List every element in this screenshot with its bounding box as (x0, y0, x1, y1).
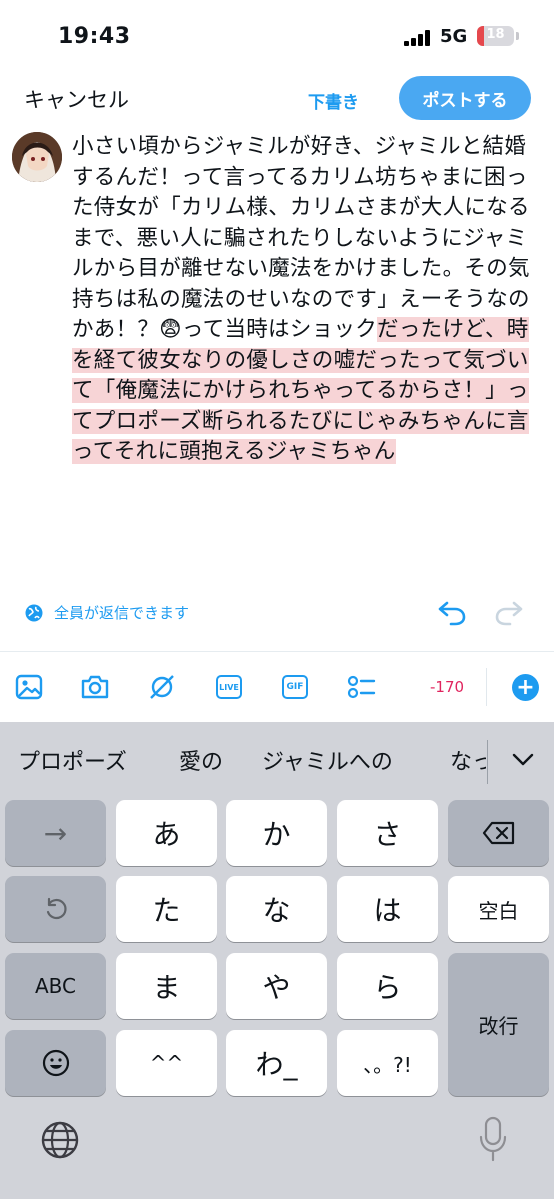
reply-setting-label: 全員が返信できます (54, 604, 190, 622)
undo-key[interactable] (5, 876, 106, 942)
plus-icon: + (516, 675, 535, 700)
emoji-icon (42, 1049, 69, 1077)
chevron-down-icon[interactable] (510, 746, 536, 772)
globe-person-icon (25, 604, 43, 621)
key-ka[interactable]: か (226, 800, 327, 866)
avatar[interactable] (12, 132, 62, 182)
character-count: -170 (430, 678, 465, 696)
status-bar: 19:43 5G 18 (0, 0, 554, 70)
key-ha[interactable]: は (337, 876, 438, 942)
backspace-key[interactable] (448, 800, 549, 866)
gif-icon[interactable]: GIF (280, 672, 310, 702)
key-kaomoji[interactable]: ^^ (116, 1030, 217, 1096)
suggestion-item[interactable]: プロポーズ (18, 744, 127, 776)
network-label: 5G (440, 26, 468, 47)
arrow-key[interactable]: → (5, 800, 106, 866)
key-ya[interactable]: や (226, 953, 327, 1019)
undo-icon[interactable] (435, 596, 469, 630)
abc-key[interactable]: ABC (5, 953, 106, 1019)
signal-icon (404, 30, 434, 46)
microphone-icon[interactable] (478, 1116, 508, 1162)
tweet-text-plain: 小さい頃からジャミルが好き、ジャミルと結婚するんだ！って言ってるカリム坊ちゃまに… (72, 134, 530, 342)
spaces-icon[interactable] (147, 672, 177, 702)
poll-icon[interactable] (346, 672, 376, 702)
gif-label: GIF (282, 675, 308, 699)
emoji-key[interactable] (5, 1030, 106, 1096)
live-icon[interactable]: LIVE (214, 672, 244, 702)
suggestion-item[interactable]: なっ (450, 744, 486, 776)
return-key[interactable]: 改行 (448, 953, 549, 1096)
battery-icon: 18 (477, 26, 514, 46)
undo-circular-icon (46, 897, 67, 920)
add-thread-button[interactable]: + (512, 674, 539, 701)
reply-setting[interactable]: 全員が返信できます (24, 602, 189, 623)
backspace-icon (482, 821, 514, 845)
globe-icon[interactable] (40, 1120, 80, 1160)
status-time: 19:43 (58, 24, 131, 49)
battery-percent: 18 (486, 27, 505, 42)
camera-icon[interactable] (80, 672, 110, 702)
post-button[interactable]: ポストする (399, 76, 531, 120)
redo-icon[interactable] (492, 596, 526, 630)
live-label: LIVE (216, 675, 242, 699)
key-ta[interactable]: た (116, 876, 217, 942)
cancel-button[interactable]: キャンセル (24, 84, 129, 114)
suggestion-item[interactable]: ジャミルへの (262, 744, 393, 776)
image-icon[interactable] (14, 672, 44, 702)
key-ma[interactable]: ま (116, 953, 217, 1019)
space-key[interactable]: 空白 (448, 876, 549, 942)
key-sa[interactable]: さ (337, 800, 438, 866)
key-ra[interactable]: ら (337, 953, 438, 1019)
key-na[interactable]: な (226, 876, 327, 942)
suggestion-item[interactable]: 愛の (179, 744, 223, 776)
key-a[interactable]: あ (116, 800, 217, 866)
key-wa[interactable]: わ_ (226, 1030, 327, 1096)
drafts-button[interactable]: 下書き (308, 88, 359, 113)
key-punctuation[interactable]: 、。?! (337, 1030, 438, 1096)
tweet-text-area[interactable]: 小さい頃からジャミルが好き、ジャミルと結婚するんだ！って言ってるカリム坊ちゃまに… (72, 132, 538, 468)
